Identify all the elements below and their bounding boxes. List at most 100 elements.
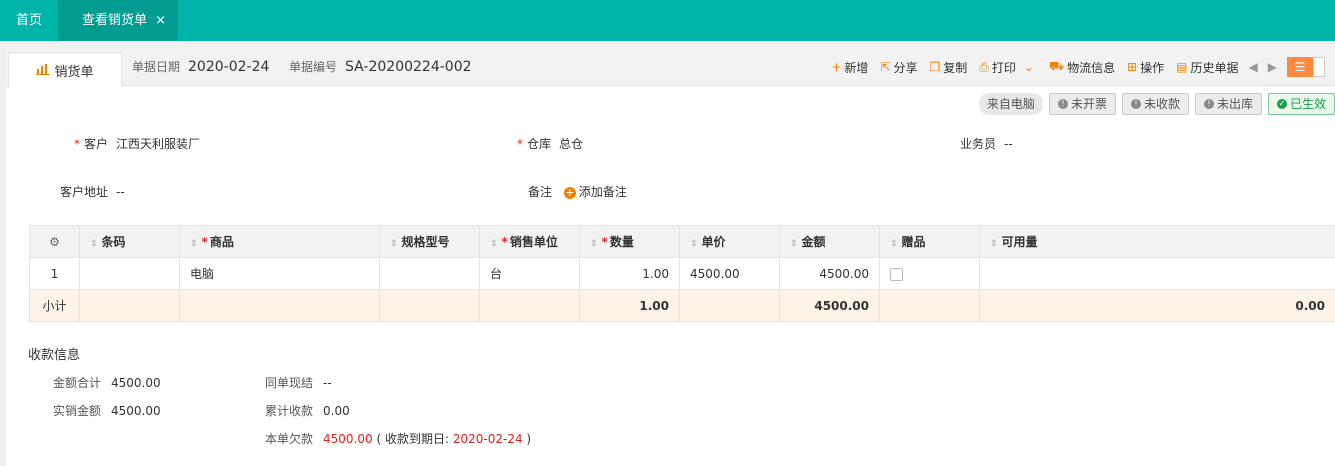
due-prefix: ( 收款到期日: <box>376 432 450 446</box>
owed-value: 4500.00 <box>323 432 373 446</box>
owed-label: 本单欠款 <box>265 432 314 446</box>
document-icon: ▤ <box>1176 60 1188 74</box>
panel-toggle[interactable] <box>1313 57 1325 77</box>
column-header[interactable]: ⇕ 赠品 <box>879 225 980 258</box>
cell-qty: 1.00 <box>579 257 680 290</box>
settle-value: -- <box>323 376 332 390</box>
gear-icon[interactable]: ⚙ <box>49 235 60 249</box>
column-header[interactable]: ⇕ * 销售单位 <box>479 225 580 258</box>
print-button[interactable]: ⎙ 打印 ⌄ <box>979 59 1037 76</box>
payment-section-title: 收款信息 <box>28 348 81 363</box>
column-settings[interactable]: ⚙ <box>29 225 80 258</box>
chart-icon <box>36 62 51 79</box>
sort-icon: ⇕ <box>190 239 198 249</box>
sort-icon: ⇕ <box>690 239 698 249</box>
printer-icon: ⎙ <box>979 59 989 74</box>
top-tab-bar: 首页 查看销货单 × <box>0 0 1335 41</box>
cell-gift <box>879 257 980 290</box>
share-label: 分享 <box>893 60 918 75</box>
gift-checkbox[interactable] <box>890 267 903 281</box>
prev-arrow-icon[interactable]: ◀ <box>1249 60 1258 74</box>
warehouse-label: 仓库 <box>527 137 552 151</box>
column-label: 数量 <box>609 235 634 249</box>
invoice-status-badge: ! 未开票 <box>1048 93 1116 115</box>
close-icon[interactable]: × <box>155 0 166 41</box>
tab-view-sales-order[interactable]: 查看销货单 × <box>58 0 179 41</box>
column-label: 条码 <box>101 235 126 249</box>
table-row[interactable]: 1 电脑 台 1.00 4500.00 4500.00 <box>29 257 1335 290</box>
doc-number: 单据编号 SA-20200224-002 <box>289 48 472 86</box>
warehouse-value: 总仓 <box>559 137 584 151</box>
settle-label: 同单现结 <box>265 376 314 390</box>
note-field: 备注 + 添加备注 <box>528 183 627 200</box>
cell-product: 电脑 <box>179 257 380 290</box>
logistics-label: 物流信息 <box>1067 60 1116 75</box>
menu-icon[interactable]: ☰ <box>1287 57 1313 77</box>
logistics-button[interactable]: ⛟ 物流信息 <box>1049 59 1115 76</box>
note-label: 备注 <box>528 185 553 199</box>
subtotal-qty: 1.00 <box>579 289 680 322</box>
doc-tab-sales-order[interactable]: 销货单 <box>8 52 122 87</box>
add-note-button[interactable]: + 添加备注 <box>563 185 627 199</box>
receipt-status-label: 未收款 <box>1143 97 1180 111</box>
required-mark: * <box>74 137 80 151</box>
column-header[interactable]: ⇕ 可用量 <box>979 225 1335 258</box>
doc-date: 单据日期 2020-02-24 <box>132 48 269 86</box>
actual-amount: 实销金额 4500.00 <box>53 402 161 419</box>
copy-label: 复制 <box>943 60 968 75</box>
cell-barcode <box>79 257 180 290</box>
received-amount: 累计收款 0.00 <box>265 402 350 419</box>
received-label: 累计收款 <box>265 404 314 418</box>
required-mark: * <box>601 235 608 249</box>
new-button[interactable]: + 新增 <box>831 59 868 76</box>
items-table: ⚙ ⇕ 条码 ⇕ * 商品 ⇕ 规格型号 ⇕ * 销售单位 ⇕ * 数量 ⇕ 单价 ⇕ 金额 ⇕ 赠品… <box>29 225 1335 322</box>
receipt-status-badge: ! 未收款 <box>1121 93 1189 115</box>
history-button[interactable]: ▤ 历史单据 <box>1176 59 1238 76</box>
salesman-value: -- <box>1004 137 1013 151</box>
sort-icon: ⇕ <box>90 239 98 249</box>
outbound-status-label: 未出库 <box>1216 97 1253 111</box>
subtotal-row: 小计 1.00 4500.00 0.00 <box>29 289 1335 322</box>
cell-spec <box>379 257 480 290</box>
document-panel: 销货单 单据日期 2020-02-24 单据编号 SA-20200224-002 +… <box>6 48 1335 466</box>
required-mark: * <box>517 137 523 151</box>
chevron-down-icon[interactable]: ⌄ <box>1024 60 1034 74</box>
subtotal-empty <box>379 289 480 322</box>
next-arrow-icon[interactable]: ▶ <box>1268 60 1277 74</box>
sort-icon: ⇕ <box>990 239 998 249</box>
sort-icon: ⇕ <box>490 239 498 249</box>
check-icon: ✓ <box>1276 99 1287 109</box>
column-label: 单价 <box>701 235 726 249</box>
source-badge: 来自电脑 <box>978 93 1043 115</box>
operate-button[interactable]: ⊞ 操作 <box>1127 59 1164 76</box>
status-badges: 来自电脑 ! 未开票 ! 未收款 ! 未出库 ✓ 已生效 <box>973 93 1335 115</box>
column-header[interactable]: ⇕ * 商品 <box>179 225 380 258</box>
new-label: 新增 <box>844 60 869 75</box>
tab-home[interactable]: 首页 <box>0 0 58 41</box>
share-button[interactable]: ⇱ 分享 <box>880 59 917 76</box>
plus-circle-icon: + <box>563 186 576 199</box>
invoice-status-label: 未开票 <box>1070 97 1107 111</box>
column-header[interactable]: ⇕ 金额 <box>779 225 880 258</box>
document-header: 销货单 单据日期 2020-02-24 单据编号 SA-20200224-002 +… <box>6 48 1335 87</box>
copy-button[interactable]: ❐ 复制 <box>930 59 968 76</box>
address-label: 客户地址 <box>60 185 109 199</box>
address-field: 客户地址 -- <box>60 183 125 200</box>
subtotal-amount: 4500.00 <box>779 289 880 322</box>
truck-icon: ⛟ <box>1048 59 1065 73</box>
due-date: 2020-02-24 <box>452 432 523 446</box>
total-amount-label: 金额合计 <box>53 376 102 390</box>
subtotal-available: 0.00 <box>979 289 1335 322</box>
column-header[interactable]: ⇕ 规格型号 <box>379 225 480 258</box>
tab-label: 查看销货单 <box>82 13 148 28</box>
owed-amount: 本单欠款 4500.00 ( 收款到期日: 2020-02-24 ) <box>265 430 531 447</box>
effective-status-label: 已生效 <box>1289 97 1326 111</box>
column-label: 可用量 <box>1001 235 1038 249</box>
subtotal-empty <box>679 289 780 322</box>
address-value: -- <box>116 185 125 199</box>
column-header[interactable]: ⇕ * 数量 <box>579 225 680 258</box>
customer-value: 江西天利服装厂 <box>116 137 201 151</box>
column-header[interactable]: ⇕ 单价 <box>679 225 780 258</box>
row-index: 1 <box>29 257 80 290</box>
column-header[interactable]: ⇕ 条码 <box>79 225 180 258</box>
